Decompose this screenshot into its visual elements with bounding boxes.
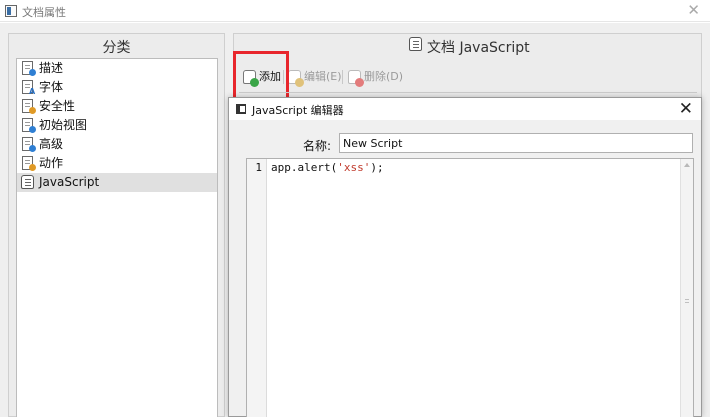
script-icon	[21, 175, 34, 189]
javascript-editor-dialog: JavaScript 编辑器 ✕ 名称: 1 app.alert('xss');	[228, 97, 702, 417]
editor-vertical-scrollbar[interactable]	[680, 159, 693, 417]
code-string-literal: 'xss'	[337, 161, 371, 174]
code-prefix: app.alert(	[271, 161, 338, 174]
script-toolbar: 添加 编辑(E) 删除(D)	[233, 51, 699, 101]
category-item-security[interactable]: 安全性	[17, 97, 217, 116]
scroll-up-arrow-icon[interactable]	[684, 163, 690, 167]
category-item-description[interactable]: 描述	[17, 59, 217, 78]
line-number: 1	[255, 161, 262, 174]
category-panel: 分类 描述 A 字体 安全性 初始视图 高级 动作 JavaScript	[8, 33, 225, 417]
edit-script-icon	[288, 70, 306, 89]
code-editor[interactable]: 1 app.alert('xss');	[246, 158, 694, 417]
toolbar-divider	[342, 70, 343, 84]
category-tree: 描述 A 字体 安全性 初始视图 高级 动作 JavaScript	[16, 58, 218, 417]
window-title: 文档属性	[22, 6, 66, 19]
dialog-close-button[interactable]: ✕	[679, 98, 693, 120]
highlight-annotation-box	[233, 51, 289, 101]
category-label: 初始视图	[39, 118, 88, 132]
delete-script-icon	[348, 70, 364, 87]
scroll-grip-icon[interactable]	[685, 299, 689, 303]
script-list-border	[239, 92, 697, 93]
category-label: 字体	[39, 80, 64, 94]
category-label: JavaScript	[39, 175, 100, 189]
category-item-initial-view[interactable]: 初始视图	[17, 116, 217, 135]
script-icon	[409, 37, 422, 51]
code-line: app.alert('xss');	[271, 161, 384, 174]
edit-script-button[interactable]: 编辑(E)	[286, 67, 342, 89]
category-item-javascript[interactable]: JavaScript	[17, 173, 217, 192]
window-close-button[interactable]: ✕	[687, 1, 700, 19]
document-action-icon	[22, 156, 36, 171]
delete-label: 删除(D)	[364, 70, 404, 83]
app-icon	[5, 5, 17, 17]
category-label: 描述	[39, 61, 64, 75]
panel-header: 文档 JavaScript	[234, 34, 701, 56]
document-view-icon	[22, 118, 36, 133]
edit-label: 编辑(E)	[304, 70, 342, 83]
window-titlebar: 文档属性 ✕	[0, 0, 710, 22]
script-name-input[interactable]	[339, 133, 693, 153]
script-name-label: 名称:	[303, 139, 332, 153]
document-info-icon	[22, 61, 36, 76]
dialog-title: JavaScript 编辑器	[252, 104, 344, 117]
document-font-icon: A	[22, 80, 35, 96]
dialog-titlebar: JavaScript 编辑器 ✕	[229, 98, 701, 120]
document-security-icon	[22, 99, 36, 114]
category-header: 分类	[102, 40, 131, 56]
category-item-actions[interactable]: 动作	[17, 154, 217, 173]
code-suffix: );	[370, 161, 384, 174]
category-label: 动作	[39, 156, 64, 170]
dialog-app-icon	[236, 104, 246, 114]
category-label: 高级	[39, 137, 64, 151]
category-label: 安全性	[39, 99, 76, 113]
delete-script-button[interactable]: 删除(D)	[346, 67, 403, 87]
document-advanced-icon	[22, 137, 36, 152]
category-item-advanced[interactable]: 高级	[17, 135, 217, 154]
panel-title: 文档 JavaScript	[427, 40, 530, 56]
category-item-font[interactable]: A 字体	[17, 78, 217, 97]
line-number-gutter: 1	[247, 159, 267, 417]
